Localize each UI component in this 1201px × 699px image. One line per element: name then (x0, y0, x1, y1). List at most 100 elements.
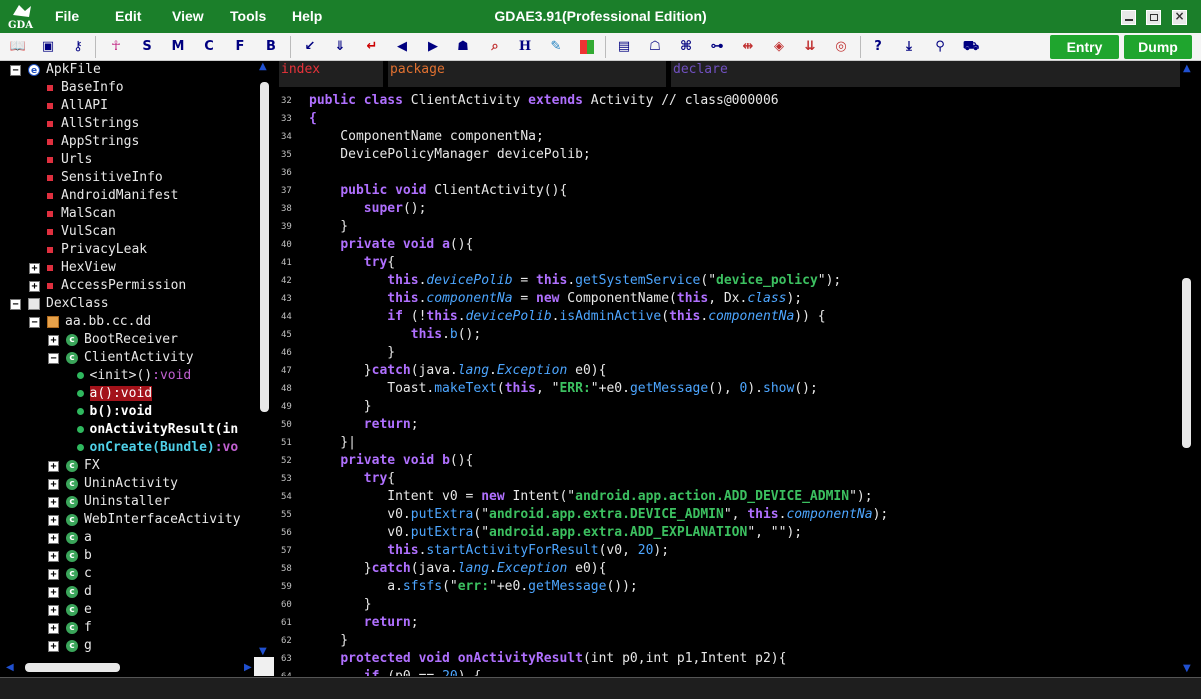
editor-scroll-thumb[interactable] (1182, 278, 1191, 448)
back-arrow-icon[interactable]: ◀ (392, 37, 412, 57)
code-line: } (309, 633, 349, 648)
collapse-icon[interactable]: − (10, 65, 21, 76)
node-icon (47, 84, 53, 91)
debug-icon[interactable]: ⚲ (930, 37, 950, 57)
editor-scroll-up-icon[interactable]: ▲ (1183, 63, 1191, 74)
android-robot-icon[interactable]: ☖ (645, 37, 665, 57)
collapse-icon[interactable]: − (10, 299, 21, 310)
expand-icon[interactable]: + (48, 461, 59, 472)
expand-icon[interactable]: + (48, 515, 59, 526)
collapse-icon[interactable]: − (29, 317, 40, 328)
expand-icon[interactable]: + (29, 281, 40, 292)
class-icon: c (66, 639, 78, 652)
expand-icon[interactable]: + (48, 335, 59, 346)
maximize-button[interactable] (1146, 10, 1161, 25)
code-line: } (309, 399, 372, 414)
tree-item-label: e (84, 602, 92, 617)
forward-arrow-icon[interactable]: ▶ (423, 37, 443, 57)
scroll-up-icon[interactable]: ▲ (259, 61, 267, 72)
code-line: public void ClientActivity(){ (340, 183, 568, 198)
hex-button[interactable]: H (515, 37, 535, 57)
header-package: package (388, 61, 666, 87)
search-code-icon[interactable]: ⌕ (485, 37, 505, 57)
class-icon: c (66, 603, 78, 616)
code-line: return; (363, 417, 419, 432)
help-icon[interactable]: ? (868, 37, 888, 57)
download-icon[interactable]: ⤓ (899, 37, 919, 57)
node-icon (47, 210, 53, 217)
fields-button[interactable]: F (230, 37, 250, 57)
tree-hscroll-thumb[interactable] (25, 663, 120, 672)
code-line: } (309, 597, 372, 612)
color-grid-icon[interactable] (577, 37, 597, 57)
editor-scroll-down-icon[interactable]: ▼ (1183, 663, 1191, 674)
tree-item-label: g (84, 638, 92, 653)
scroll-right-icon[interactable]: ▶ (244, 662, 252, 673)
dex-icon (28, 297, 40, 310)
open-book-icon[interactable]: 📖 (8, 37, 28, 57)
line-number: 46 (281, 348, 292, 358)
code-line: Toast.makeText(this, "ERR:"+e0.getMessag… (309, 381, 818, 396)
classes-button[interactable]: C (199, 37, 219, 57)
entry-button[interactable]: Entry (1050, 35, 1119, 59)
code-line: { (309, 111, 317, 126)
expand-icon[interactable]: + (29, 263, 40, 274)
class-icon: c (66, 459, 78, 472)
code-line: private void a(){ (340, 237, 474, 252)
link-icon[interactable]: ⊶ (707, 37, 727, 57)
scroll-left-icon[interactable]: ◀ (6, 662, 14, 673)
tree-scroll-thumb[interactable] (260, 82, 269, 412)
expand-icon[interactable]: + (48, 479, 59, 490)
cart-icon[interactable]: ⛟ (961, 37, 981, 57)
expand-icon[interactable]: + (48, 551, 59, 562)
expand-icon[interactable]: + (48, 605, 59, 616)
expand-icon[interactable]: + (48, 569, 59, 580)
bookmarks-button[interactable]: B (261, 37, 281, 57)
save-icon[interactable]: ▣ (38, 37, 58, 57)
expand-icon[interactable]: + (48, 641, 59, 652)
tree-item-label: d (84, 584, 92, 599)
line-number: 64 (281, 668, 303, 676)
goto-icon[interactable]: ↙ (300, 37, 320, 57)
code-line: super(); (363, 201, 427, 216)
android-icon[interactable]: ☗ (453, 37, 473, 57)
line-number: 39 (281, 222, 292, 232)
xml-icon[interactable]: ▤ (614, 37, 634, 57)
font-icon[interactable]: ✎ (546, 37, 566, 57)
line-number: 34 (281, 132, 292, 142)
line-number: 51 (281, 438, 292, 448)
scroll-down-icon[interactable]: ▼ (259, 646, 267, 657)
code-editor[interactable]: index package declare 32 public class Cli… (279, 61, 1196, 676)
methods-button[interactable]: M (168, 37, 188, 57)
compare-icon[interactable]: ⇹ (738, 37, 758, 57)
command-icon[interactable]: ⌘ (676, 37, 696, 57)
fingerprint-icon[interactable]: ◎ (831, 37, 851, 57)
strings-button[interactable]: S (137, 37, 157, 57)
dump-button[interactable]: Dump (1124, 35, 1192, 59)
tree-item-label: Urls (61, 152, 93, 167)
diamond-icon[interactable]: ◈ (769, 37, 789, 57)
line-number: 33 (281, 114, 292, 124)
method-icon (76, 372, 84, 379)
expand-icon[interactable]: + (48, 623, 59, 634)
download-red-icon[interactable]: ⇊ (800, 37, 820, 57)
close-button[interactable]: × (1172, 9, 1187, 25)
collapse-icon[interactable]: − (48, 353, 59, 364)
class-icon: c (66, 531, 78, 544)
xref-icon[interactable]: ⇓ (330, 37, 350, 57)
tree-item-label: BootReceiver (84, 332, 178, 347)
code-line: try{ (363, 471, 396, 486)
code-line: this.startActivityForResult(v0, 20); (387, 543, 670, 558)
key-icon[interactable]: ⚷ (68, 37, 88, 57)
person-icon[interactable]: ☥ (106, 37, 126, 57)
return-icon[interactable]: ↵ (362, 37, 382, 57)
code-line: this.b(); (410, 327, 482, 342)
minimize-button[interactable] (1121, 10, 1136, 25)
code-line: if (p0 == 20) { (309, 668, 481, 676)
expand-icon[interactable]: + (48, 497, 59, 508)
expand-icon[interactable]: + (48, 533, 59, 544)
tree-item-label: c (84, 566, 92, 581)
expand-icon[interactable]: + (48, 587, 59, 598)
code-line: private void b(){ (340, 453, 474, 468)
class-icon: c (66, 585, 78, 598)
